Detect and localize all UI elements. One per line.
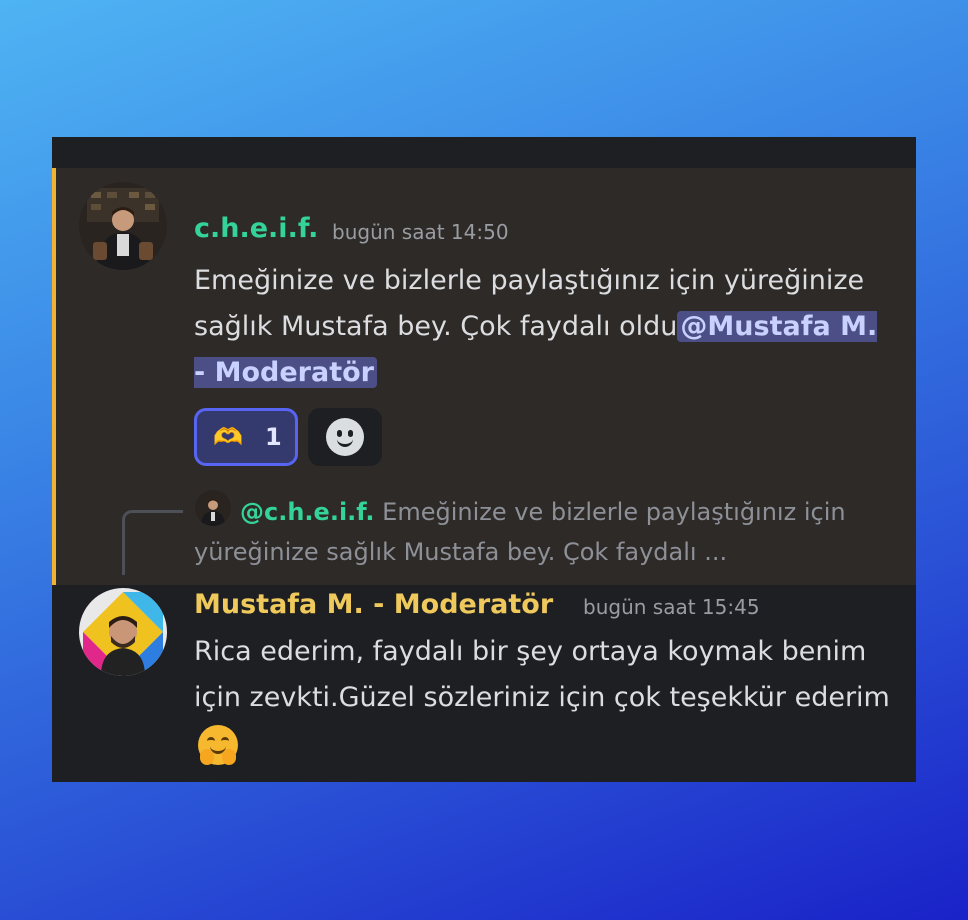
author-name[interactable]: Mustafa M. - Moderatör [194,589,553,620]
chat-screenshot-card: c.h.e.i.f. bugün saat 14:50 Emeğinize ve… [52,137,916,782]
reaction-count: 1 [265,423,282,451]
reply-avatar [195,490,231,526]
avatar[interactable] [79,182,167,270]
smiley-add-reaction-icon [326,418,364,456]
message-text: Rica ederim, faydalı bir şey ortaya koym… [194,629,894,767]
reply-author[interactable]: @c.h.e.i.f. [240,498,375,526]
avatar[interactable] [79,588,167,676]
reaction-heart-hands[interactable]: 🫶 1 [194,408,298,466]
reply-preview[interactable]: @c.h.e.i.f. Emeğinize ve bizlerle paylaş… [194,492,904,572]
message-body: Rica ederim, faydalı bir şey ortaya koym… [194,636,890,713]
heart-hands-icon: 🫶 [213,423,243,451]
message-timestamp: bugün saat 15:45 [583,595,760,619]
message-text: Emeğinize ve bizlerle paylaştığınız için… [194,258,894,396]
hugging-face-icon [198,724,238,765]
mention-highlight-bar [52,168,56,585]
message-timestamp: bugün saat 14:50 [332,220,509,244]
author-name[interactable]: c.h.e.i.f. [194,213,318,244]
add-reaction-button[interactable] [308,408,382,466]
reply-connector [122,510,183,575]
